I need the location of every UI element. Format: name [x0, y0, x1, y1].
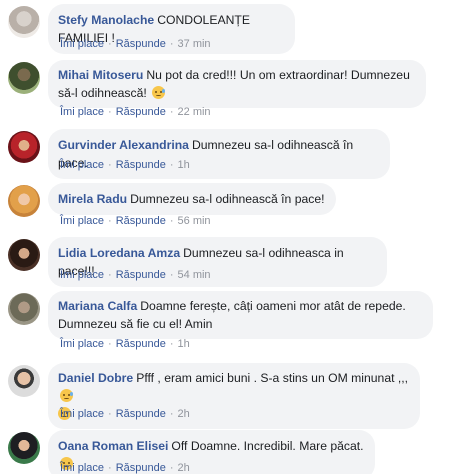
comment-time[interactable]: 56 min — [178, 215, 211, 227]
like-link[interactable]: Îmi place — [60, 38, 104, 50]
comment-author[interactable]: Daniel Dobre — [58, 371, 133, 385]
avatar[interactable] — [8, 185, 40, 217]
like-link[interactable]: Îmi place — [60, 159, 104, 171]
like-link[interactable]: Îmi place — [60, 215, 104, 227]
comment-actions: Îmi place · Răspunde · 2h — [60, 462, 190, 474]
comment-actions: Îmi place · Răspunde · 22 min — [60, 106, 211, 118]
comment-bubble: Gurvinder Alexandrina Dumnezeu sa-l odihn… — [48, 129, 390, 179]
separator: · — [108, 106, 112, 118]
comment-text: Nu pot da cred!!! Un om extraordinar! Du… — [146, 68, 410, 82]
separator: · — [169, 159, 174, 171]
comment-text: Pfff , eram amici buni . S-a stins un OM… — [136, 371, 409, 385]
avatar[interactable] — [8, 62, 40, 94]
comment-author[interactable]: Gurvinder Alexandrina — [58, 138, 189, 152]
separator: · — [108, 38, 112, 50]
reply-link[interactable]: Răspunde — [116, 38, 166, 50]
reply-link[interactable]: Răspunde — [116, 159, 166, 171]
reply-link[interactable]: Răspunde — [116, 462, 166, 474]
reply-link[interactable]: Răspunde — [116, 408, 166, 420]
separator: · — [108, 215, 112, 227]
comment-time[interactable]: 1h — [178, 338, 190, 350]
separator: · — [108, 159, 112, 171]
comment-time[interactable]: 1h — [178, 159, 190, 171]
comment-actions: Îmi place · Răspunde · 56 min — [60, 215, 211, 227]
avatar[interactable] — [8, 432, 40, 464]
comment-bubble: Mirela Radu Dumnezeu sa-l odihnească în p… — [48, 183, 336, 215]
comment-time[interactable]: 22 min — [178, 106, 211, 118]
separator: · — [108, 408, 112, 420]
comment-text: Doamne ferește, câți oameni mor atât de … — [140, 299, 406, 313]
comment-actions: Îmi place · Răspunde · 1h — [60, 159, 190, 171]
like-link[interactable]: Îmi place — [60, 106, 104, 118]
comment-text-line2: să-l odihnească! — [58, 86, 147, 100]
separator: · — [169, 338, 174, 350]
comment-bubble: Mihai Mitoseru Nu pot da cred!!! Un om ex… — [48, 60, 426, 108]
comment-actions: Îmi place · Răspunde · 54 min — [60, 269, 211, 281]
sad-face-icon — [60, 389, 73, 402]
comment-author[interactable]: Stefy Manolache — [58, 13, 154, 27]
comment-text: Dumnezeu sa-l odihnească în pace! — [130, 192, 325, 206]
avatar[interactable] — [8, 131, 40, 163]
reply-link[interactable]: Răspunde — [116, 269, 166, 281]
avatar[interactable] — [8, 365, 40, 397]
comment-author[interactable]: Oana Roman Elisei — [58, 439, 168, 453]
reply-link[interactable]: Răspunde — [116, 215, 166, 227]
comment-author[interactable]: Mihai Mitoseru — [58, 68, 143, 82]
comment-time[interactable]: 2h — [178, 462, 190, 474]
separator: · — [169, 408, 174, 420]
comment-actions: Îmi place · Răspunde · 37 min — [60, 38, 211, 50]
avatar[interactable] — [8, 6, 40, 38]
reply-link[interactable]: Răspunde — [116, 338, 166, 350]
avatar[interactable] — [8, 239, 40, 271]
separator: · — [169, 269, 174, 281]
separator: · — [108, 462, 112, 474]
sad-face-icon — [152, 86, 166, 99]
separator: · — [108, 338, 112, 350]
reply-link[interactable]: Răspunde — [116, 106, 166, 118]
comment-author[interactable]: Mirela Radu — [58, 192, 127, 206]
comment-time[interactable]: 54 min — [178, 269, 211, 281]
separator: · — [169, 462, 174, 474]
like-link[interactable]: Îmi place — [60, 462, 104, 474]
like-link[interactable]: Îmi place — [60, 269, 104, 281]
comment-bubble: Mariana Calfa Doamne ferește, câți oameni… — [48, 291, 433, 339]
separator: · — [169, 38, 174, 50]
separator: · — [108, 269, 112, 281]
comment-actions: Îmi place · Răspunde · 1h — [60, 338, 190, 350]
avatar[interactable] — [8, 293, 40, 325]
like-link[interactable]: Îmi place — [60, 408, 104, 420]
comment-actions: Îmi place · Răspunde · 2h — [60, 408, 190, 420]
comment-time[interactable]: 37 min — [178, 38, 211, 50]
comment-text-line2: Dumnezeu să fie cu el! Amin — [58, 317, 213, 331]
comment-time[interactable]: 2h — [178, 408, 190, 420]
comment-author[interactable]: Mariana Calfa — [58, 299, 137, 313]
comment-author[interactable]: Lidia Loredana Amza — [58, 246, 180, 260]
like-link[interactable]: Îmi place — [60, 338, 104, 350]
separator: · — [169, 106, 174, 118]
separator: · — [169, 215, 174, 227]
comment-text: Off Doamne. Incredibil. Mare păcat. — [171, 439, 364, 453]
